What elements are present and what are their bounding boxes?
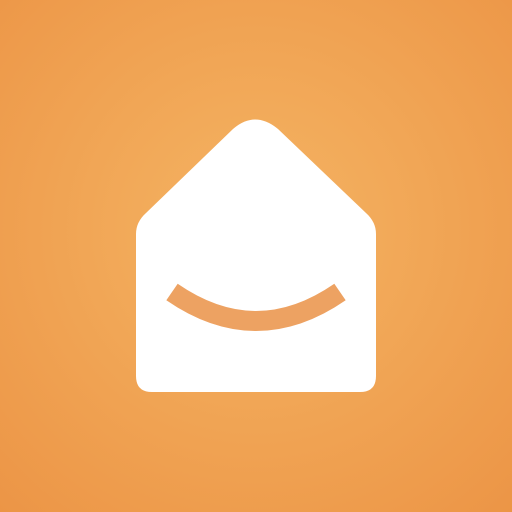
house-shape [136, 119, 376, 392]
app-icon [0, 0, 512, 512]
house-smile-icon [136, 119, 376, 392]
